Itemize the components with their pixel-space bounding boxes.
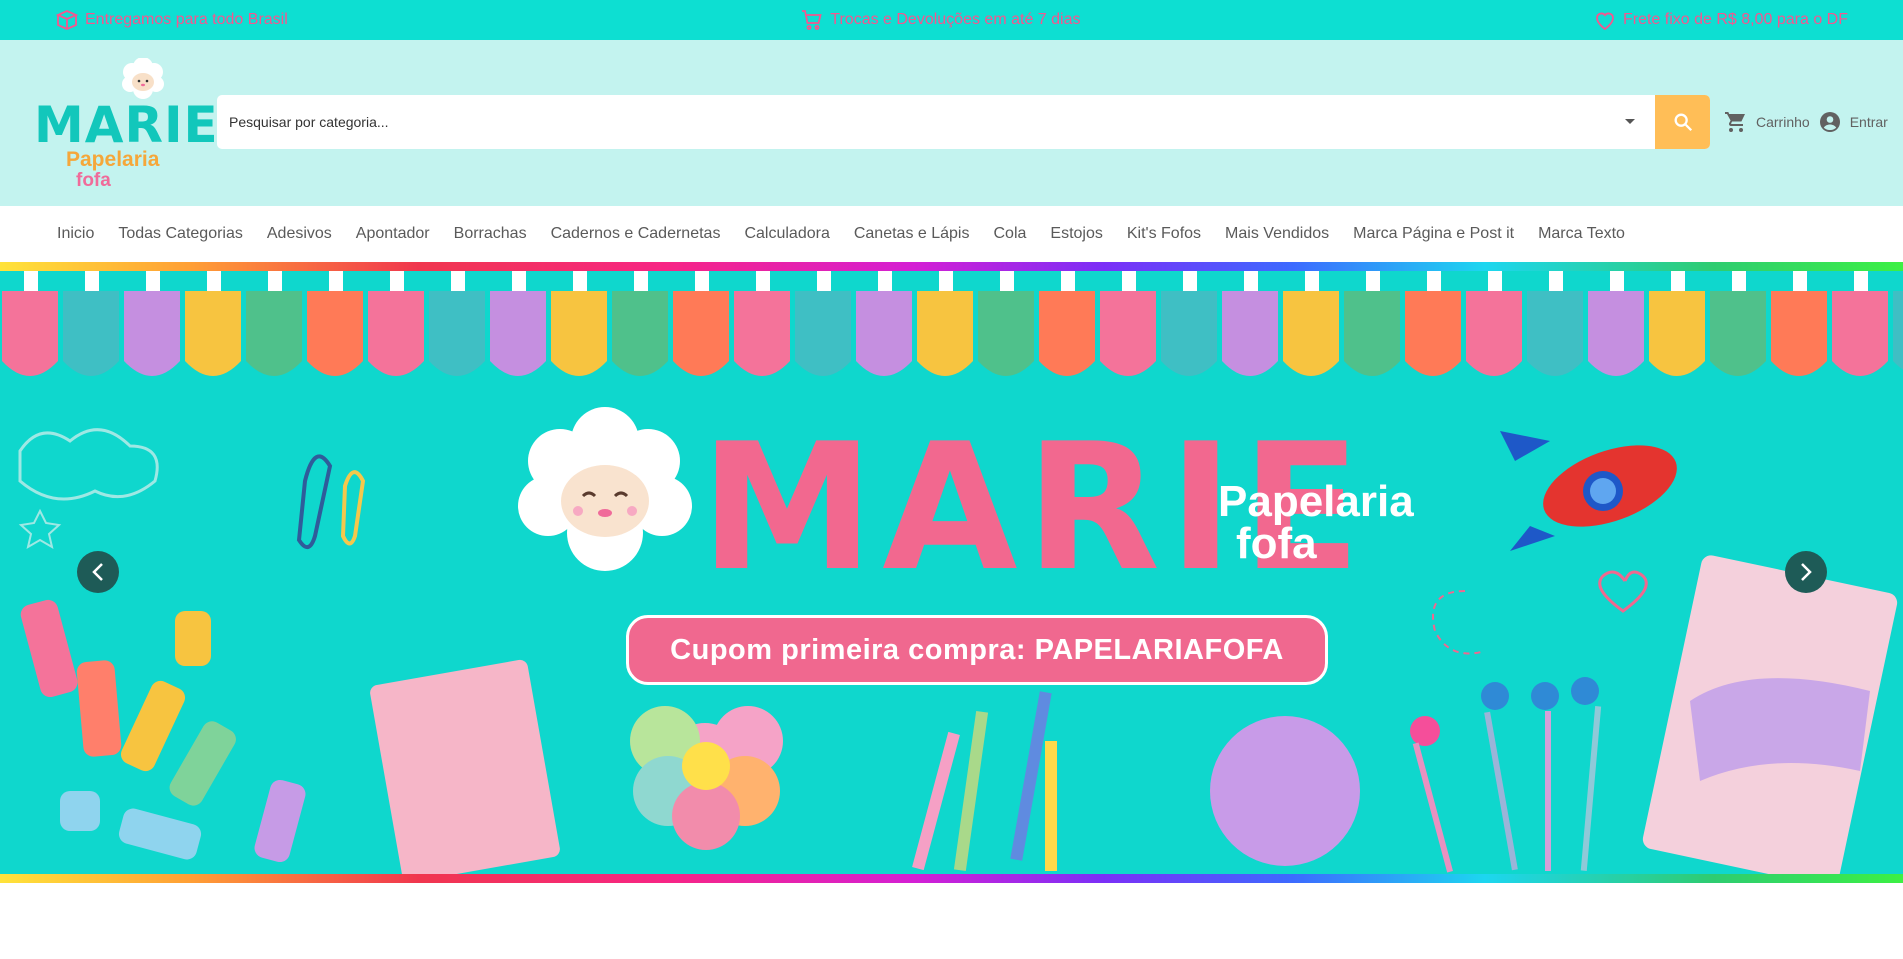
info-shipping-label: Frete fixo de R$ 8,00 para o DF [1622,11,1848,28]
chevron-right-icon [1801,563,1812,581]
caret-down-icon [1625,119,1635,124]
carousel-prev-button[interactable] [77,551,119,593]
info-shipping: Frete fixo de R$ 8,00 para o DF [1593,8,1848,32]
hero-tagline-line1: Papelaria [1218,477,1414,526]
nav-item-cadernos[interactable]: Cadernos e Cadernetas [551,225,721,243]
decor-highlighter-cap [63,291,119,376]
search-icon [1674,113,1692,132]
cart-icon [802,10,822,30]
decor-highlighter-cap [734,291,790,376]
rainbow-divider-top [0,262,1903,271]
nav-item-borrachas[interactable]: Borrachas [454,225,527,243]
logo-line1: Papelaria [66,148,160,171]
decor-highlighter-cap [246,291,302,376]
decor-highlighter-cap [1100,291,1156,376]
nav-item-estojos[interactable]: Estojos [1050,225,1102,243]
info-returns-label: Trocas e Devoluções em até 7 dias [830,11,1081,28]
logo[interactable]: MARIE Papelaria fofa [34,58,218,191]
chevron-left-icon [92,563,103,581]
info-returns: Trocas e Devoluções em até 7 dias [800,8,1080,32]
hero-banner: MARIE Papelaria fofa Cupom primeira comp… [0,271,1903,874]
decor-highlighter-cap [1283,291,1339,376]
decor-highlighter-cap [1710,291,1766,376]
decor-highlighter-cap [1161,291,1217,376]
decor-highlighter-cap [368,291,424,376]
decor-highlighter-cap [612,291,668,376]
sheep-mascot-icon [122,58,164,99]
site-header: MARIE Papelaria fofa Carrinho Entrar [0,40,1903,206]
category-nav: Inicio Todas Categorias Adesivos Apontad… [0,206,1903,262]
decor-highlighter-cap [917,291,973,376]
heart-icon [1596,12,1614,31]
carousel-next-button[interactable] [1785,551,1827,593]
search-bar [217,95,1710,149]
decor-highlighter-cap [1588,291,1644,376]
decor-highlighter-cap [1893,291,1903,370]
decor-highlighter-cap [1649,291,1705,376]
decor-highlighter-cap [1527,291,1583,376]
decor-highlighter-cap [307,291,363,376]
cart-link[interactable]: Carrinho [1724,110,1810,134]
decor-highlighter-cap [1344,291,1400,376]
login-label: Entrar [1849,114,1888,130]
decor-highlighter-cap [1832,291,1888,376]
nav-item-mais-vendidos[interactable]: Mais Vendidos [1225,225,1329,243]
nav-item-todas-categorias[interactable]: Todas Categorias [118,225,243,243]
account-circle-icon [1819,112,1840,132]
nav-item-kits-fofos[interactable]: Kit's Fofos [1127,225,1201,243]
decor-highlighter-cap [856,291,912,376]
nav-item-canetas[interactable]: Canetas e Lápis [854,225,970,243]
cart-label: Carrinho [1756,114,1810,130]
package-icon [55,10,79,30]
decor-highlighter-cap [1405,291,1461,376]
decor-highlighter-cap [978,291,1034,376]
nav-item-marca-pagina[interactable]: Marca Página e Post it [1353,225,1514,243]
nav-item-apontador[interactable]: Apontador [356,225,430,243]
decor-highlighter-cap [1039,291,1095,376]
decor-highlighter-cap [1771,291,1827,376]
header-actions: Carrinho Entrar [1724,106,1888,138]
shopping-cart-icon [1725,112,1745,132]
logo-brand: MARIE [34,96,219,154]
info-delivery: Entregamos para todo Brasil [55,8,288,32]
decor-highlighter-cap [551,291,607,376]
login-link[interactable]: Entrar [1818,110,1888,134]
nav-item-cola[interactable]: Cola [993,225,1026,243]
rainbow-divider-bottom [0,874,1903,883]
nav-item-inicio[interactable]: Inicio [57,225,94,243]
decor-highlighter-cap [124,291,180,376]
decor-highlighter-cap [185,291,241,376]
nav-item-marca-texto[interactable]: Marca Texto [1538,225,1625,243]
hero-tagline-line2: fofa [1236,519,1317,568]
decor-highlighter-cap [1466,291,1522,376]
decor-highlighter-cap [1222,291,1278,376]
coupon-banner: Cupom primeira compra: PAPELARIAFOFA [626,615,1328,685]
decor-highlighter-cap [429,291,485,376]
nav-item-calculadora[interactable]: Calculadora [744,225,829,243]
search-input[interactable] [217,95,1605,149]
decor-highlighter-cap [795,291,851,376]
hero-tagline: Papelaria fofa [1218,477,1414,568]
logo-line2: fofa [76,170,111,191]
top-info-bar: Entregamos para todo Brasil Trocas e Dev… [0,0,1903,40]
decor-highlighter-cap [2,291,58,376]
decor-highlighter-cap [490,291,546,376]
search-button[interactable] [1655,95,1710,149]
info-delivery-label: Entregamos para todo Brasil [85,11,288,28]
nav-item-adesivos[interactable]: Adesivos [267,225,332,243]
decor-highlighter-cap [673,291,729,376]
category-dropdown[interactable] [1605,95,1655,149]
